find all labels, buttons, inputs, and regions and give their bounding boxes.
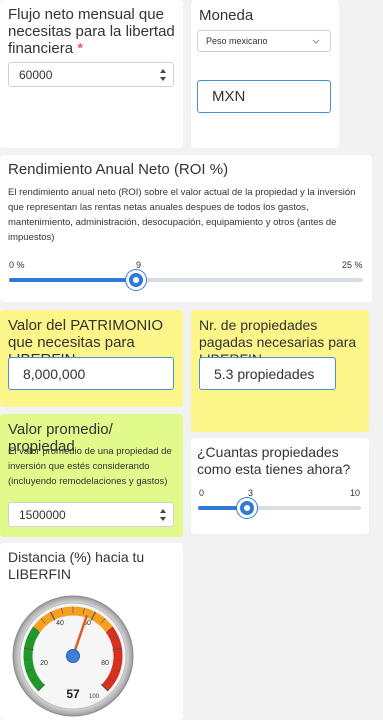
propiedades-pagadas-card: Nr. de propiedades pagadas necesarias pa… — [191, 310, 369, 432]
roi-slider-thumb[interactable] — [126, 270, 147, 290]
propiedades-actuales-title: ¿Cuantas propiedades como esta tienes ah… — [197, 444, 351, 477]
propiedades-pagadas-value: 5.3 propiedades — [214, 365, 315, 382]
propiedades-max-label: 10 — [350, 488, 361, 498]
roi-slider-track[interactable] — [9, 278, 363, 282]
gauge-value: 57 — [66, 687, 80, 701]
patrimonio-value: 8,000,000 — [23, 365, 86, 382]
stepper-icon[interactable] — [159, 68, 167, 81]
distancia-gauge: 20 40 60 80 100 57 — [12, 595, 134, 717]
roi-value-label: 9 — [136, 260, 142, 270]
patrimonio-card: Valor del PATRIMONIO que necesitas para … — [0, 310, 183, 407]
propiedades-min-label: 0 — [199, 488, 205, 498]
moneda-card: Moneda Peso mexicano MXN — [191, 0, 339, 148]
roi-min-label: 0 % — [9, 260, 25, 270]
moneda-select[interactable]: Peso mexicano — [197, 30, 331, 52]
gauge-label-80: 80 — [101, 660, 109, 667]
propiedades-slider-thumb[interactable] — [236, 498, 257, 518]
flujo-card: Flujo neto mensual que necesitas para la… — [0, 0, 183, 148]
flujo-title-text: Flujo neto mensual que necesitas para la… — [8, 6, 175, 57]
flujo-title: Flujo neto mensual que necesitas para la… — [8, 6, 178, 57]
valor-promedio-description: El valor promedio de una propiedad de in… — [8, 446, 172, 487]
valor-promedio-value: 1500000 — [19, 507, 66, 522]
flujo-input-value: 60000 — [19, 67, 53, 82]
gauge-hub — [66, 649, 80, 663]
moneda-title: Moneda — [199, 7, 254, 24]
distancia-title: Distancia (%) hacia tu LIBERFIN — [8, 549, 145, 582]
distancia-card: Distancia (%) hacia tu LIBERFIN 20 40 60… — [0, 543, 183, 720]
roi-slider-fill — [9, 278, 137, 282]
gauge-label-20: 20 — [40, 660, 48, 667]
valor-promedio-input[interactable]: 1500000 — [8, 502, 174, 527]
required-mark: * — [77, 40, 84, 57]
chevron-down-icon — [312, 39, 320, 44]
roi-title: Rendimiento Anual Neto (ROI %) — [8, 161, 229, 178]
flujo-input[interactable]: 60000 — [8, 62, 174, 87]
propiedades-pagadas-field[interactable]: 5.3 propiedades — [199, 357, 336, 390]
roi-max-label: 25 % — [342, 260, 363, 270]
propiedades-actuales-card: ¿Cuantas propiedades como esta tienes ah… — [191, 438, 369, 534]
moneda-code-value: MXN — [212, 88, 246, 105]
valor-promedio-card: Valor promedio/ propiedad El valor prome… — [0, 414, 183, 537]
moneda-select-value: Peso mexicano — [206, 36, 268, 46]
patrimonio-field[interactable]: 8,000,000 — [8, 357, 174, 390]
gauge-label-100: 100 — [89, 694, 100, 700]
gauge-label-40: 40 — [56, 620, 64, 627]
propiedades-slider-track[interactable] — [198, 506, 361, 510]
propiedades-value-label: 3 — [248, 488, 254, 498]
stepper-icon[interactable] — [159, 508, 167, 521]
roi-card: Rendimiento Anual Neto (ROI %) El rendim… — [0, 155, 372, 302]
moneda-code-field[interactable]: MXN — [197, 80, 331, 113]
roi-description: El rendimiento anual neto (ROI) sobre el… — [8, 187, 356, 243]
